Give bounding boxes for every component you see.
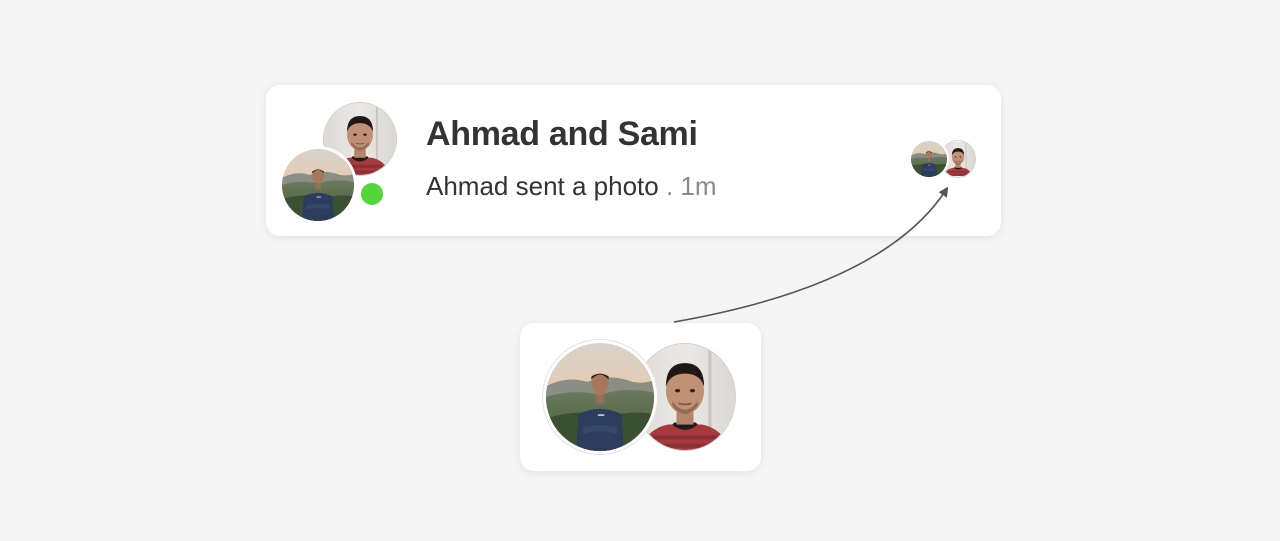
preview-separator: . <box>665 171 674 201</box>
group-avatar-icon <box>281 101 401 225</box>
conversation-title: Ahmad and Sami <box>426 115 698 153</box>
seen-heads-zoom-card <box>520 323 761 471</box>
online-dot-icon <box>361 183 383 205</box>
seen-avatar-ahmad <box>911 141 947 177</box>
preview-timestamp: 1m <box>680 171 717 201</box>
message-preview: Ahmad sent a photo . 1m <box>426 171 717 202</box>
avatar-ahmad <box>282 149 354 221</box>
zoom-avatar-ahmad <box>546 343 654 451</box>
preview-text: Ahmad sent a photo <box>426 171 659 201</box>
conversation-card[interactable]: Ahmad and Sami Ahmad sent a photo . 1m <box>266 85 1001 236</box>
seen-heads-icon <box>911 139 983 179</box>
